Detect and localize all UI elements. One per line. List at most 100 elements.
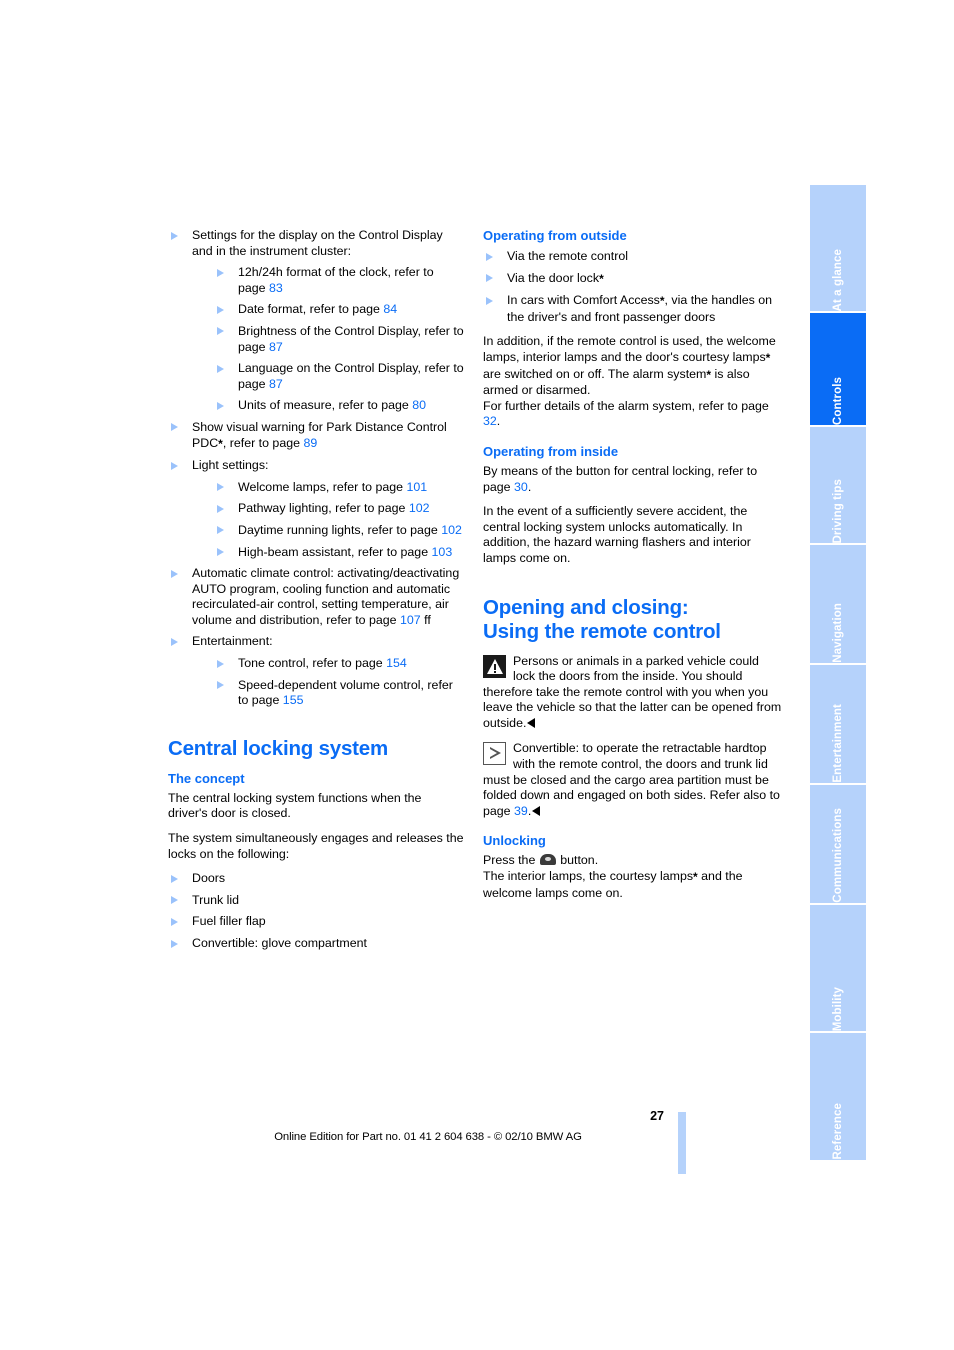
note-notice: Convertible: to operate the retractable … xyxy=(483,741,783,819)
list-item: In cars with Comfort Access*, via the ha… xyxy=(483,293,783,325)
list-item: Settings for the display on the Control … xyxy=(168,228,464,414)
triangle-bullet-icon xyxy=(171,637,178,646)
sidebar-tab-label: Reference xyxy=(832,1103,844,1160)
paragraph-part: . xyxy=(527,479,532,494)
triangle-bullet-icon xyxy=(217,526,224,535)
list-item-text: In cars with Comfort Access xyxy=(507,293,660,308)
list-item: Show visual warning for Park Distance Co… xyxy=(168,420,464,452)
section-tab-rail: At a glance Controls Driving tips Naviga… xyxy=(810,185,866,1160)
paragraph-part: In addition, if the remote control is us… xyxy=(483,334,776,364)
page-ref: 32 xyxy=(483,414,497,429)
sidebar-tab-label: Entertainment xyxy=(832,704,844,783)
triangle-bullet-icon xyxy=(486,252,493,261)
list-item-text-after: ff xyxy=(420,612,431,627)
subheading-the-concept: The concept xyxy=(168,770,245,786)
list-item-text: Doors xyxy=(192,871,226,886)
list-item: Entertainment: Tone control, refer to pa… xyxy=(168,634,464,708)
note-text: Convertible: to operate the retractable … xyxy=(483,741,783,819)
paragraph-part: For further details of the alarm system,… xyxy=(483,398,769,413)
paragraph-inside-1: By means of the button for central locki… xyxy=(483,464,783,495)
triangle-bullet-icon xyxy=(217,483,224,492)
list-item-text: Trunk lid xyxy=(192,892,240,907)
triangle-bullet-icon xyxy=(171,939,178,948)
page-ref: 103 xyxy=(431,544,453,559)
list-item-text-mid: , refer to page xyxy=(222,435,304,450)
paragraph-alarm-ref: For further details of the alarm system,… xyxy=(483,399,783,430)
sidebar-tab-navigation[interactable]: Navigation xyxy=(810,545,866,665)
sidebar-tab-entertainment[interactable]: Entertainment xyxy=(810,665,866,785)
list-item: Via the remote control xyxy=(483,249,783,265)
list-item-text: Date format, refer to page xyxy=(238,302,384,317)
page-ref: 101 xyxy=(406,479,428,494)
end-of-notice-marker xyxy=(532,805,541,816)
page-ref: 84 xyxy=(383,302,398,317)
sidebar-tab-driving-tips[interactable]: Driving tips xyxy=(810,427,866,545)
list-item-text: Settings for the display on the Control … xyxy=(192,228,443,258)
entertainment-sub-list: Tone control, refer to page 154 Speed-de… xyxy=(192,656,464,709)
list-item-text: Entertainment: xyxy=(192,634,273,649)
warning-exclamation-stem xyxy=(493,663,496,670)
paragraph-remote-lamps: In addition, if the remote control is us… xyxy=(483,334,783,398)
list-item-text: Daytime running lights, refer to page xyxy=(238,522,442,537)
list-item: Welcome lamps, refer to page 101 xyxy=(214,480,464,496)
list-item-text: Fuel filler flap xyxy=(192,914,266,929)
manual-page: At a glance Controls Driving tips Naviga… xyxy=(0,0,954,1350)
list-item: Speed-dependent volume control, refer to… xyxy=(214,678,464,709)
sidebar-tab-communications[interactable]: Communications xyxy=(810,785,866,905)
warning-triangle-icon xyxy=(483,654,506,678)
list-item-text: Units of measure, refer to page xyxy=(238,398,413,413)
list-item-text: Convertible: glove compartment xyxy=(192,936,367,950)
sidebar-tab-label: Communications xyxy=(832,808,844,903)
page-ref: 80 xyxy=(412,398,427,413)
triangle-bullet-icon xyxy=(171,917,178,926)
note-body-after: . xyxy=(527,803,532,818)
footer-edition-text: Online Edition for Part no. 01 41 2 604 … xyxy=(274,1131,582,1143)
page-ref: 102 xyxy=(441,522,462,537)
sidebar-tab-mobility[interactable]: Mobility xyxy=(810,905,866,1033)
paragraph-part: are switched on or off. The alarm system xyxy=(483,366,707,381)
triangle-bullet-icon xyxy=(217,401,224,410)
triangle-bullet-icon xyxy=(171,896,178,905)
triangle-bullet-icon xyxy=(171,569,178,578)
triangle-bullet-icon xyxy=(217,305,224,314)
page-ref: 83 xyxy=(269,280,283,295)
sidebar-tab-reference[interactable]: Reference xyxy=(810,1033,866,1160)
triangle-bullet-icon xyxy=(217,548,224,556)
central-locking-items-list: Doors Trunk lid Fuel filler flap Convert… xyxy=(168,871,464,951)
right-text-column: Operating from outside Via the remote co… xyxy=(483,228,783,910)
list-item: Language on the Control Display, refer t… xyxy=(214,361,464,392)
subheading-unlocking: Unlocking xyxy=(483,833,546,849)
settings-bullet-list: Settings for the display on the Control … xyxy=(168,228,464,709)
warning-text: Persons or animals in a parked vehicle c… xyxy=(483,654,783,732)
triangle-bullet-icon xyxy=(217,327,224,336)
sidebar-tab-controls[interactable]: Controls xyxy=(810,313,866,427)
list-item: Pathway lighting, refer to page 102 xyxy=(214,501,464,517)
unlock-key-button-icon xyxy=(539,854,556,866)
triangle-bullet-icon xyxy=(171,461,178,470)
list-item: Tone control, refer to page 154 xyxy=(214,656,464,672)
sidebar-tab-label: At a glance xyxy=(832,248,844,311)
list-item: Convertible: glove compartment xyxy=(168,936,464,952)
page-ref: 154 xyxy=(386,656,407,671)
page-ref: 87 xyxy=(269,376,283,391)
list-item: Fuel filler flap xyxy=(168,914,464,930)
paragraph-inside-2: In the event of a sufficiently severe ac… xyxy=(483,504,751,565)
light-settings-sub-list: Welcome lamps, refer to page 101 Pathway… xyxy=(192,480,464,560)
sidebar-tab-at-a-glance[interactable]: At a glance xyxy=(810,185,866,313)
triangle-bullet-icon xyxy=(171,423,178,432)
warning-notice: Persons or animals in a parked vehicle c… xyxy=(483,654,783,732)
triangle-bullet-icon xyxy=(217,659,224,668)
page-ref: 155 xyxy=(282,693,304,708)
paragraph-concept-2: The system simultaneously engages and re… xyxy=(168,831,464,861)
triangle-bullet-icon xyxy=(217,268,224,277)
paragraph-part: Press the xyxy=(483,853,539,868)
list-item: Trunk lid xyxy=(168,893,464,909)
list-item: Brightness of the Control Display, refer… xyxy=(214,324,464,355)
page-ref: 30 xyxy=(514,479,528,494)
heading-line-2: Using the remote control xyxy=(483,619,721,643)
list-item: 12h/24h format of the clock, refer to pa… xyxy=(214,265,464,296)
asterisk-mark: * xyxy=(765,350,771,365)
operating-outside-list: Via the remote control Via the door lock… xyxy=(483,249,783,325)
paragraph-unlock-lamps: The interior lamps, the courtesy lamps* … xyxy=(483,869,783,901)
list-item-text: 12h/24h format of the clock, refer to pa… xyxy=(238,265,434,295)
